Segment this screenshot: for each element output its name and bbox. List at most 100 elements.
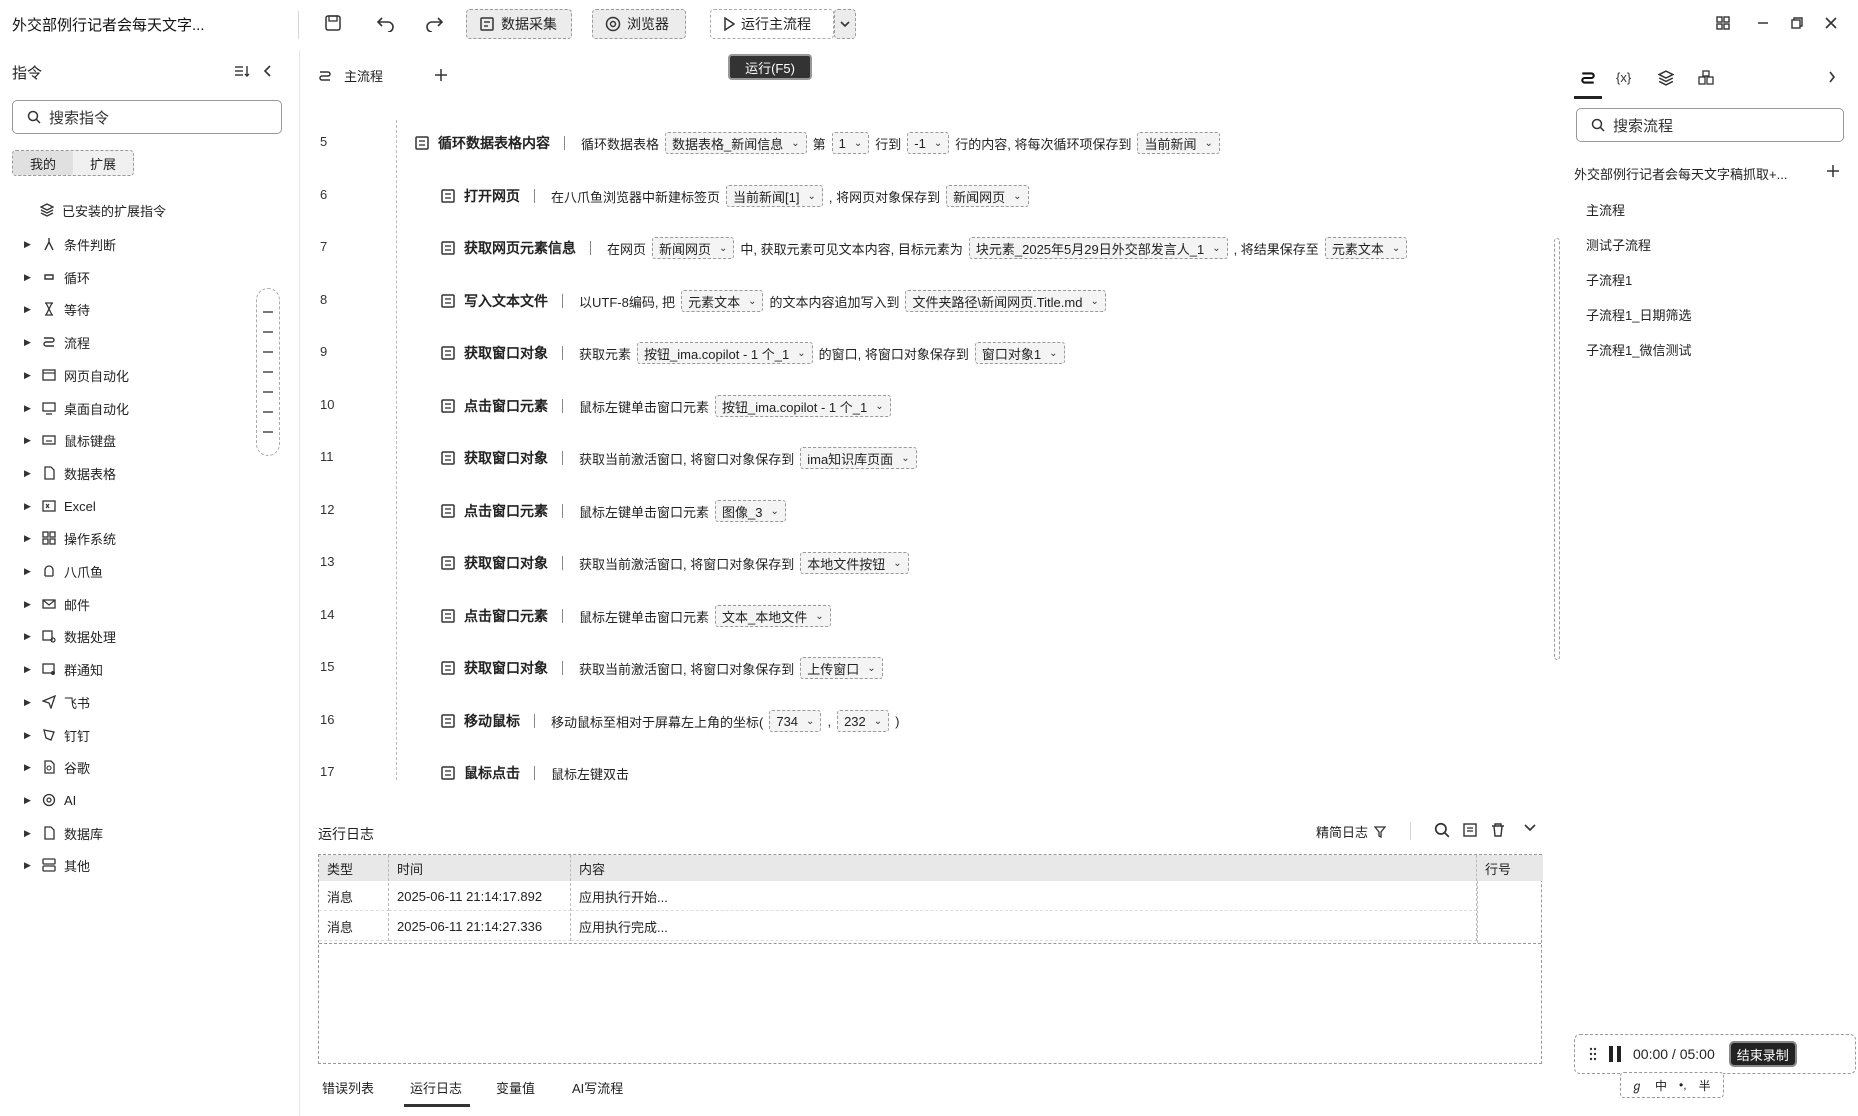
flow-step[interactable]: 获取窗口对象 获取当前激活窗口, 将窗口对象保存到 本地文件按钮 ⌄ bbox=[440, 548, 1680, 578]
command-category-item[interactable]: ▶ 谷歌 bbox=[24, 756, 90, 778]
restore-icon[interactable] bbox=[1790, 16, 1804, 30]
chevron-down-icon[interactable] bbox=[1524, 824, 1536, 832]
add-tab-icon[interactable] bbox=[434, 68, 448, 82]
run-options-dropdown[interactable] bbox=[834, 9, 856, 39]
flow-step[interactable]: 移动鼠标 移动鼠标至相对于屏幕左上角的坐标(734 ⌄, 232 ⌄) bbox=[440, 706, 1680, 736]
command-category-item[interactable]: ▶ Excel bbox=[24, 495, 96, 517]
drag-handle-icon[interactable] bbox=[1589, 1047, 1597, 1061]
expand-arrow-icon[interactable]: ▶ bbox=[24, 403, 34, 414]
step-param[interactable]: 文本_本地文件 ⌄ bbox=[715, 605, 831, 627]
expand-arrow-icon[interactable]: ▶ bbox=[24, 272, 34, 283]
run-main-flow-button[interactable]: 运行主流程 bbox=[710, 9, 834, 39]
flow-item-test-sub[interactable]: 测试子流程 bbox=[1586, 235, 1651, 254]
expand-arrow-icon[interactable]: ▶ bbox=[24, 795, 34, 806]
command-category-item[interactable]: ▶ 八爪鱼 bbox=[24, 560, 103, 582]
expand-arrow-icon[interactable]: ▶ bbox=[24, 370, 34, 381]
expand-arrow-icon[interactable]: ▶ bbox=[24, 337, 34, 348]
step-param[interactable]: 734 ⌄ bbox=[769, 710, 822, 732]
flow-list-icon[interactable] bbox=[1580, 70, 1596, 86]
command-category-item[interactable]: ▶ 钉钉 bbox=[24, 724, 90, 746]
command-category-item[interactable]: ▶ 网页自动化 bbox=[24, 364, 129, 386]
flow-item-main[interactable]: 主流程 bbox=[1586, 200, 1625, 219]
trash-icon[interactable] bbox=[1490, 822, 1506, 838]
step-param[interactable]: 本地文件按钮 ⌄ bbox=[800, 552, 909, 574]
flow-step[interactable]: 循环数据表格内容 循环数据表格 数据表格_新闻信息 ⌄ 第 1 ⌄ 行到 -1 ⌄ 行的内容, 将每… bbox=[414, 128, 1654, 158]
command-category-item[interactable]: ▶ 其他 bbox=[24, 854, 90, 876]
command-category-item[interactable]: ▶ 等待 bbox=[24, 298, 90, 320]
expand-arrow-icon[interactable]: ▶ bbox=[24, 533, 34, 544]
command-category-item[interactable]: ▶ 数据库 bbox=[24, 822, 103, 844]
apps-grid-icon[interactable] bbox=[1716, 16, 1730, 30]
log-filter-button[interactable]: 精简日志 bbox=[1316, 822, 1387, 841]
step-param[interactable]: 新闻网页 ⌄ bbox=[652, 237, 735, 259]
browser-button[interactable]: 浏览器 bbox=[592, 9, 686, 39]
ime-width[interactable]: 半 bbox=[1699, 1077, 1711, 1094]
command-category-item[interactable]: ▶ 桌面自动化 bbox=[24, 397, 129, 419]
step-param[interactable]: 当前新闻 ⌄ bbox=[1137, 132, 1220, 154]
layers-icon[interactable] bbox=[1658, 70, 1674, 86]
expand-arrow-icon[interactable]: ▶ bbox=[24, 631, 34, 642]
close-icon[interactable] bbox=[1824, 16, 1838, 30]
step-param[interactable]: 按钮_ima.copilot - 1 个_1 ⌄ bbox=[637, 342, 813, 364]
expand-arrow-icon[interactable]: ▶ bbox=[24, 435, 34, 446]
step-param[interactable]: 数据表格_新闻信息 ⌄ bbox=[665, 132, 807, 154]
flow-step[interactable]: 点击窗口元素 鼠标左键单击窗口元素 按钮_ima.copilot - 1 个_1 ⌄ bbox=[440, 391, 1680, 421]
step-param[interactable]: 1 ⌄ bbox=[831, 132, 870, 154]
flow-step[interactable]: 点击窗口元素 鼠标左键单击窗口元素 图像_3 ⌄ bbox=[440, 496, 1680, 526]
chevron-right-icon[interactable] bbox=[1828, 70, 1836, 84]
flow-step[interactable]: 写入文本文件 以UTF-8编码, 把元素文本 ⌄ 的文本内容追加写入到 文件夹路径\新闻… bbox=[440, 286, 1680, 316]
step-param[interactable]: 元素文本 ⌄ bbox=[681, 290, 764, 312]
ime-logo-icon[interactable]: ℊ bbox=[1631, 1077, 1643, 1094]
expand-arrow-icon[interactable]: ▶ bbox=[24, 304, 34, 315]
tab-error-list[interactable]: 错误列表 bbox=[322, 1078, 374, 1097]
undo-icon[interactable] bbox=[376, 14, 396, 32]
command-category-item[interactable]: ▶ 操作系统 bbox=[24, 527, 116, 549]
command-category-item[interactable]: ▶ 数据处理 bbox=[24, 625, 116, 647]
flow-item-sub1-date[interactable]: 子流程1_日期筛选 bbox=[1586, 305, 1691, 324]
command-search-input[interactable]: 搜索指令 bbox=[12, 100, 282, 134]
command-category-item[interactable]: ▶ 条件判断 bbox=[24, 233, 116, 255]
flow-step[interactable]: 获取窗口对象 获取元素 按钮_ima.copilot - 1 个_1 ⌄ 的窗口, 将窗… bbox=[440, 338, 1680, 368]
expand-arrow-icon[interactable]: ▶ bbox=[24, 664, 34, 675]
expand-arrow-icon[interactable]: ▶ bbox=[24, 697, 34, 708]
expand-arrow-icon[interactable]: ▶ bbox=[24, 566, 34, 577]
step-param[interactable]: 文件夹路径\新闻网页.Title.md ⌄ bbox=[905, 290, 1106, 312]
step-param[interactable]: ima知识库页面 ⌄ bbox=[800, 447, 917, 469]
collapse-panel-icon[interactable] bbox=[262, 64, 272, 78]
flow-step[interactable]: 获取网页元素信息 在网页 新闻网页 ⌄ 中, 获取元素可见文本内容, 目标元素为 块元素_… bbox=[440, 233, 1680, 263]
step-param[interactable]: 上传窗口 ⌄ bbox=[800, 657, 883, 679]
expand-arrow-icon[interactable]: ▶ bbox=[24, 239, 34, 250]
flow-tab-main[interactable]: 主流程 bbox=[318, 66, 383, 85]
data-collect-button[interactable]: 数据采集 bbox=[466, 9, 572, 39]
step-param[interactable]: -1 ⌄ bbox=[907, 132, 950, 154]
step-param[interactable]: 当前新闻[1] ⌄ bbox=[726, 185, 823, 207]
command-category-item[interactable]: ▶ 群通知 bbox=[24, 658, 103, 680]
expand-arrow-icon[interactable]: ▶ bbox=[24, 730, 34, 741]
step-param[interactable]: 图像_3 ⌄ bbox=[715, 500, 786, 522]
command-category-item[interactable]: ▶ 循环 bbox=[24, 266, 90, 288]
end-recording-button[interactable]: 结束录制 bbox=[1728, 1041, 1797, 1067]
tab-extension[interactable]: 扩展 bbox=[73, 151, 133, 175]
tab-mine[interactable]: 我的 bbox=[13, 151, 73, 175]
ime-lang[interactable]: 中 bbox=[1655, 1077, 1667, 1094]
tab-variables[interactable]: 变量值 bbox=[496, 1078, 535, 1097]
flow-step[interactable]: 打开网页 在八爪鱼浏览器中新建标签页 当前新闻[1] ⌄ , 将网页对象保存到 新闻网页 ⌄ bbox=[440, 181, 1680, 211]
command-category-item[interactable]: ▶ 流程 bbox=[24, 331, 90, 353]
installed-extensions-item[interactable]: 已安装的扩展指令 bbox=[40, 199, 166, 221]
quick-command-icons[interactable] bbox=[263, 299, 273, 447]
minimize-icon[interactable] bbox=[1756, 16, 1770, 30]
step-param[interactable]: 232 ⌄ bbox=[837, 710, 890, 732]
search-icon[interactable] bbox=[1434, 822, 1450, 838]
step-param[interactable]: 窗口对象1 ⌄ bbox=[974, 342, 1065, 364]
expand-arrow-icon[interactable]: ▶ bbox=[24, 501, 34, 512]
flow-step[interactable]: 获取窗口对象 获取当前激活窗口, 将窗口对象保存到 ima知识库页面 ⌄ bbox=[440, 443, 1680, 473]
expand-arrow-icon[interactable]: ▶ bbox=[24, 468, 34, 479]
expand-arrow-icon[interactable]: ▶ bbox=[24, 762, 34, 773]
command-category-item[interactable]: ▶ 邮件 bbox=[24, 593, 90, 615]
command-category-item[interactable]: ▶ 鼠标键盘 bbox=[24, 429, 116, 451]
pause-icon[interactable] bbox=[1607, 1045, 1623, 1063]
step-param[interactable]: 新闻网页 ⌄ bbox=[946, 185, 1029, 207]
step-param[interactable]: 块元素_2025年5月29日外交部发言人_1 ⌄ bbox=[968, 237, 1228, 259]
flow-item-sub1[interactable]: 子流程1 bbox=[1586, 270, 1632, 289]
tab-run-log[interactable]: 运行日志 bbox=[410, 1078, 462, 1097]
